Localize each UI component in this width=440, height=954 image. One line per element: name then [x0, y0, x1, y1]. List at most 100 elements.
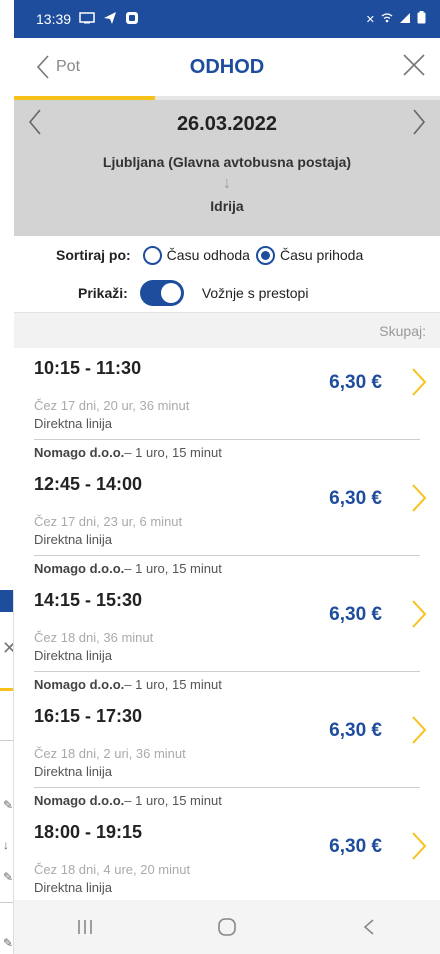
open-trip-button[interactable] [410, 366, 428, 403]
radio-unselected-icon [142, 245, 162, 265]
close-button[interactable] [402, 53, 440, 82]
status-time: 13:39 [36, 11, 72, 27]
recents-button[interactable] [55, 918, 115, 936]
ghost-progress-line [0, 688, 13, 691]
navigation-arrow-icon [103, 11, 117, 28]
trip-duration: – 1 uro, 15 minut [124, 444, 222, 460]
ghost-edit-icon: ✎ [3, 870, 14, 884]
home-button[interactable] [197, 917, 257, 937]
trip-duration: – 1 uro, 15 minut [124, 792, 222, 808]
total-label: Skupaj: [379, 322, 426, 339]
close-icon [403, 53, 425, 76]
home-icon [218, 918, 236, 936]
ghost-status-bar [0, 590, 13, 612]
list-header: Skupaj: [14, 312, 440, 348]
route-destination: Idrija [210, 198, 244, 214]
trip-price: 6,30 € [329, 488, 382, 509]
radio-selected-icon [255, 245, 275, 265]
trip-countdown: Čez 17 dni, 23 ur, 6 minut [34, 514, 183, 529]
route-arrow-icon: ↓ [223, 175, 231, 192]
system-back-button[interactable] [339, 918, 399, 936]
previous-date-button[interactable] [28, 108, 42, 141]
show-label: Prikaži: [78, 285, 128, 301]
transfers-toggle-label: Vožnje s prestopi [201, 285, 309, 301]
list-item[interactable]: Nomago d.o.o. – 1 uro, 15 minut 12:45 - … [14, 440, 440, 556]
trip-time: 12:45 - 14:00 [34, 474, 143, 494]
operator-name: Nomago d.o.o. [34, 560, 125, 576]
list-item[interactable]: Nomago d.o.o. – 1 uro, 15 minut 18:00 - … [14, 788, 440, 904]
chevron-right-icon [412, 600, 427, 628]
open-trip-button[interactable] [410, 830, 428, 867]
recents-icon [78, 920, 92, 934]
back-icon [363, 919, 374, 935]
trip-type: Direktna linija [34, 764, 113, 779]
trip-time: 16:15 - 17:30 [34, 706, 143, 726]
chevron-right-icon [412, 832, 427, 860]
selected-date: 26.03.2022 [176, 112, 278, 135]
chevron-left-icon [28, 108, 41, 135]
top-app-bar: Pot ODHOD [14, 38, 440, 96]
ghost-edit-icon: ✎ [3, 936, 14, 950]
chevron-right-icon [412, 368, 427, 396]
trip-duration: – 1 uro, 15 minut [124, 560, 222, 576]
sort-option-label: Času odhoda [166, 247, 250, 263]
list-item[interactable]: Nomago d.o.o. – 1 uro, 15 minut 14:15 - … [14, 556, 440, 672]
trip-countdown: Čez 18 dni, 2 uri, 36 minut [34, 746, 186, 761]
trip-duration: – 1 uro, 15 minut [124, 676, 222, 692]
transfers-toggle[interactable] [139, 280, 184, 306]
trip-price: 6,30 € [329, 604, 382, 625]
next-date-button[interactable] [412, 108, 426, 141]
trip-countdown: Čez 17 dni, 20 ur, 36 minut [34, 398, 190, 413]
ghost-close-icon: ✕ [2, 638, 13, 659]
chevron-left-icon [36, 55, 49, 79]
trip-time: 14:15 - 15:30 [34, 590, 143, 610]
trip-operator: Nomago d.o.o. – 1 uro, 15 minut [14, 556, 440, 580]
open-trip-button[interactable] [410, 482, 428, 519]
chevron-right-icon [413, 108, 426, 135]
trip-time: 18:00 - 19:15 [34, 822, 143, 842]
ghost-edit-icon: ✎ [3, 798, 14, 812]
trip-operator: Nomago d.o.o. – 1 uro, 15 minut [14, 672, 440, 696]
battery-icon [417, 11, 426, 27]
sort-options: Sortiraj po: Času odhoda Času prihoda [14, 236, 440, 274]
sort-option-arrival[interactable]: Času prihoda [255, 245, 364, 265]
chevron-right-icon [412, 484, 427, 512]
open-trip-button[interactable] [410, 714, 428, 751]
trip-operator: Nomago d.o.o. – 1 uro, 15 minut [14, 440, 440, 464]
list-item[interactable]: Nomago d.o.o. – 1 uro, 15 minut 16:15 - … [14, 672, 440, 788]
signal-icon [399, 12, 411, 27]
list-item[interactable]: 10:15 - 11:30 Čez 17 dni, 20 ur, 36 minu… [14, 348, 440, 440]
operator-name: Nomago d.o.o. [34, 676, 125, 692]
trip-time: 10:15 - 11:30 [34, 358, 142, 378]
toggle-knob [160, 283, 181, 303]
sort-option-label: Času prihoda [279, 247, 364, 263]
open-trip-button[interactable] [410, 598, 428, 635]
show-filter: Prikaži: Vožnje s prestopi [14, 274, 440, 312]
trip-operator: Nomago d.o.o. – 1 uro, 15 minut [14, 788, 440, 812]
trip-type: Direktna linija [34, 416, 113, 431]
mute-icon: ✕ [365, 13, 375, 26]
app-icon [125, 11, 139, 28]
operator-name: Nomago d.o.o. [34, 792, 125, 808]
back-button[interactable]: Pot [14, 54, 80, 80]
trip-type: Direktna linija [34, 532, 113, 547]
trip-price: 6,30 € [329, 372, 382, 393]
trip-price: 6,30 € [329, 836, 382, 857]
chevron-right-icon [412, 716, 427, 744]
departure-screen: 13:39 ✕ Pot ODHOD 26.03.2022 Ljubljana (… [14, 0, 440, 954]
background-screenshot-fragment: ✕ ✎ ↓ ✎ ✎ [0, 590, 14, 954]
trip-list: 10:15 - 11:30 Čez 17 dni, 20 ur, 36 minu… [14, 348, 440, 904]
ghost-divider [0, 740, 13, 741]
status-bar: 13:39 ✕ [14, 0, 440, 38]
route-origin: Ljubljana (Glavna avtobusna postaja) [102, 154, 352, 170]
ghost-arrow-icon: ↓ [3, 838, 9, 852]
wifi-icon [381, 12, 393, 27]
back-label: Pot [56, 58, 81, 75]
trip-price: 6,30 € [329, 720, 382, 741]
trip-type: Direktna linija [34, 880, 113, 895]
trip-type: Direktna linija [34, 648, 113, 663]
sort-option-departure[interactable]: Času odhoda [142, 245, 250, 265]
date-route-panel: 26.03.2022 Ljubljana (Glavna avtobusna p… [14, 100, 440, 236]
ghost-divider [0, 902, 13, 903]
trip-countdown: Čez 18 dni, 36 minut [34, 630, 154, 645]
